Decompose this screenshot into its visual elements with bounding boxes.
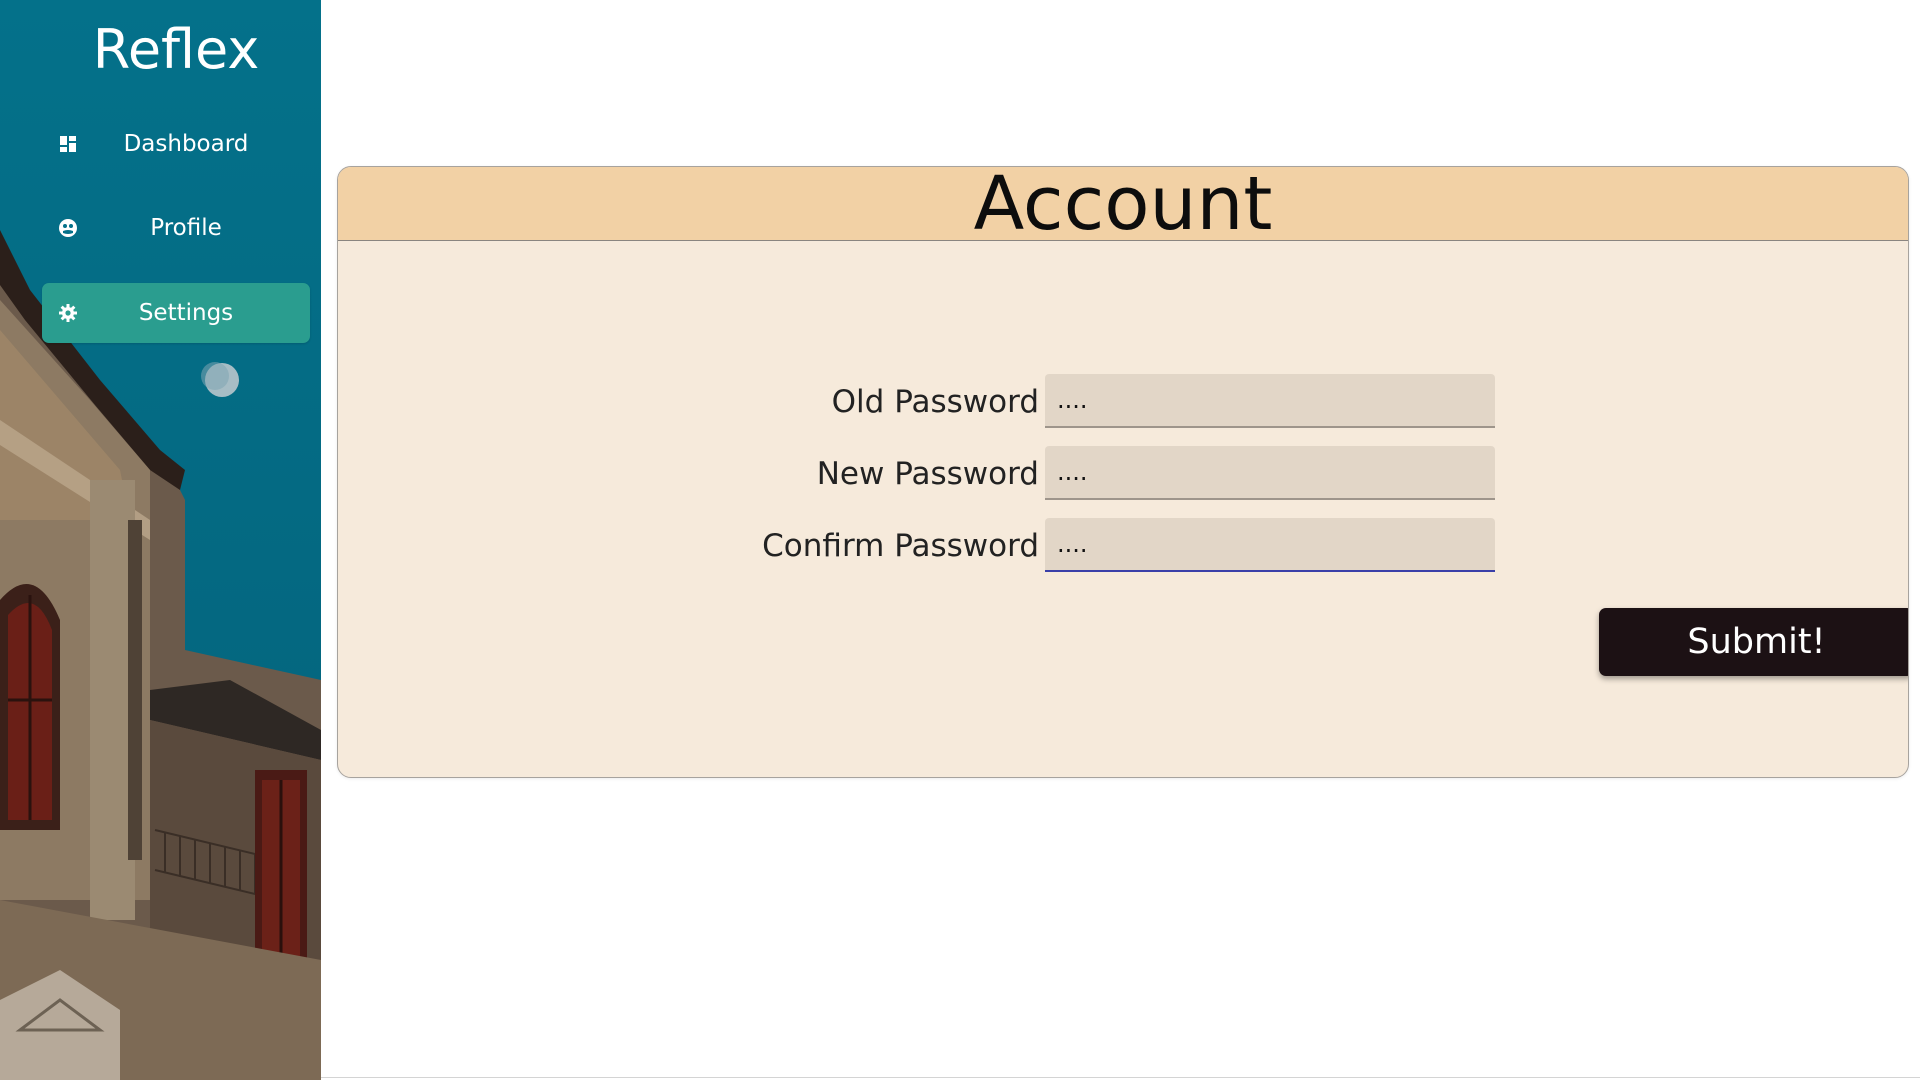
sidebar-item-profile[interactable]: Profile — [42, 198, 310, 258]
divider — [321, 1077, 1920, 1078]
main-content: Account Old Password New Password Confir… — [321, 0, 1920, 1080]
sidebar-item-label: Dashboard — [123, 131, 249, 157]
new-password-label: New Password — [816, 456, 1039, 492]
sidebar-item-settings[interactable]: Settings — [42, 283, 310, 343]
old-password-row: Old Password — [338, 374, 1908, 430]
sidebar: Reflex Dashboard Profile Settings — [0, 0, 321, 1080]
new-password-input[interactable] — [1045, 446, 1495, 500]
confirm-password-input[interactable] — [1045, 518, 1495, 572]
gear-icon — [59, 304, 77, 322]
old-password-label: Old Password — [831, 384, 1039, 420]
dashboard-icon — [60, 136, 76, 152]
card-header: Account — [338, 167, 1908, 245]
old-password-input[interactable] — [1045, 374, 1495, 428]
submit-button[interactable]: Submit! — [1599, 608, 1908, 676]
account-card: Account Old Password New Password Confir… — [337, 166, 1909, 778]
new-password-row: New Password — [338, 446, 1908, 502]
sidebar-item-label: Profile — [150, 215, 222, 241]
profile-icon — [59, 219, 77, 237]
app-brand: Reflex — [92, 18, 260, 81]
page-title: Account — [973, 166, 1273, 247]
confirm-password-label: Confirm Password — [762, 528, 1039, 564]
confirm-password-row: Confirm Password — [338, 518, 1908, 574]
sidebar-item-dashboard[interactable]: Dashboard — [42, 114, 310, 174]
sidebar-item-label: Settings — [138, 300, 234, 326]
app-window: Reflex Dashboard Profile Settings Accoun… — [0, 0, 1920, 1080]
